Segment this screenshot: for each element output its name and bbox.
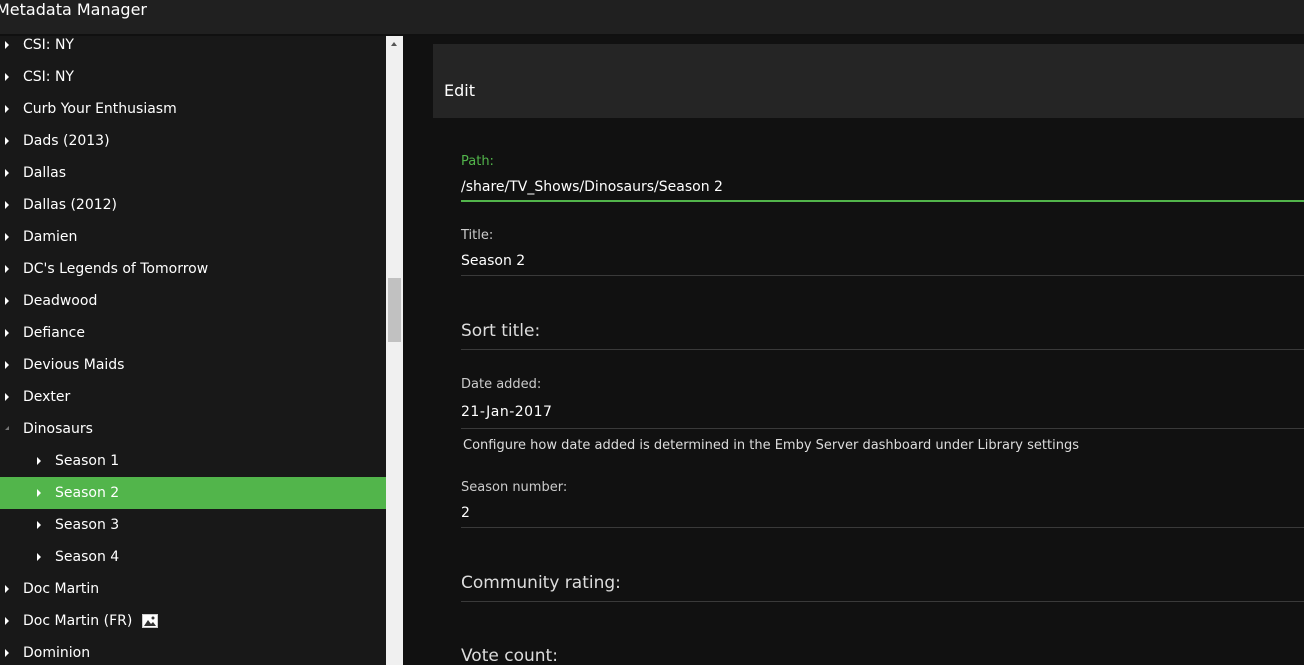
- tree-item-label: Dominion: [23, 645, 91, 661]
- tree-item-label: Doc Martin (FR): [23, 613, 133, 629]
- community-rating-field[interactable]: Community rating:: [461, 573, 1304, 603]
- tree-item-label: Dallas: [23, 165, 67, 181]
- collapsed-caret-icon[interactable]: [5, 297, 9, 305]
- collapsed-caret-icon[interactable]: [5, 233, 9, 241]
- collapsed-caret-icon[interactable]: [5, 137, 9, 145]
- collapsed-caret-icon[interactable]: [5, 393, 9, 401]
- season-number-field[interactable]: Season number: 2: [461, 480, 1304, 528]
- vote-count-field[interactable]: Vote count:: [461, 646, 1304, 665]
- collapsed-caret-icon[interactable]: [5, 41, 9, 49]
- tree-item[interactable]: Season 2: [0, 477, 386, 509]
- scroll-up-arrow-icon[interactable]: [391, 42, 397, 46]
- sort-title-label[interactable]: Sort title:: [461, 321, 1304, 341]
- title-label: Title:: [461, 228, 494, 243]
- title-input[interactable]: Season 2: [461, 252, 1304, 270]
- edit-header: Edit: [433, 44, 1304, 118]
- tree-item[interactable]: Defiance: [0, 317, 386, 349]
- tree-item[interactable]: Curb Your Enthusiasm: [0, 93, 386, 125]
- tree-item[interactable]: DC's Legends of Tomorrow: [0, 253, 386, 285]
- tree-item-label: Season 2: [55, 485, 120, 501]
- tree-item-label: Devious Maids: [23, 357, 125, 373]
- tree-item-label: Doc Martin: [23, 581, 100, 597]
- season-number-input[interactable]: 2: [461, 504, 1304, 522]
- tree-item[interactable]: Damien: [0, 221, 386, 253]
- tree-item[interactable]: CSI: NY: [0, 36, 386, 61]
- tree-item-label: Deadwood: [23, 293, 98, 309]
- date-added-hint: Configure how date added is determined i…: [463, 438, 1079, 453]
- title-underline: [461, 275, 1304, 276]
- season-number-underline: [461, 527, 1304, 528]
- tree-scrollbar[interactable]: [386, 36, 403, 665]
- collapsed-caret-icon[interactable]: [5, 585, 9, 593]
- tree-item-label: Season 4: [55, 549, 120, 565]
- collapsed-caret-icon[interactable]: [37, 553, 41, 561]
- edit-panel: Edit Path: /share/TV_Shows/Dinosaurs/Sea…: [403, 36, 1304, 665]
- path-value[interactable]: /share/TV_Shows/Dinosaurs/Season 2: [461, 178, 1304, 196]
- tree-item-label: Damien: [23, 229, 78, 245]
- date-added-input[interactable]: 21-Jan-2017: [461, 403, 1304, 421]
- path-field[interactable]: Path: /share/TV_Shows/Dinosaurs/Season 2: [461, 154, 1304, 202]
- tree-item-label: Defiance: [23, 325, 85, 341]
- tree-item-label: Curb Your Enthusiasm: [23, 101, 177, 117]
- tree-item-label: Dexter: [23, 389, 71, 405]
- collapsed-caret-icon[interactable]: [37, 489, 41, 497]
- collapsed-caret-icon[interactable]: [5, 649, 9, 657]
- tree-item-label: Season 1: [55, 453, 120, 469]
- tree-item-label: DC's Legends of Tomorrow: [23, 261, 209, 277]
- date-added-field[interactable]: Date added: 21-Jan-2017: [461, 377, 1304, 429]
- collapsed-caret-icon[interactable]: [5, 105, 9, 113]
- tree-item[interactable]: Dads (2013): [0, 125, 386, 157]
- path-label: Path:: [461, 154, 494, 169]
- tree-item[interactable]: Doc Martin (FR): [0, 605, 386, 637]
- tree-item[interactable]: Dinosaurs: [0, 413, 386, 445]
- collapsed-caret-icon[interactable]: [5, 361, 9, 369]
- sort-title-underline: [461, 349, 1304, 350]
- tree-item[interactable]: Dominion: [0, 637, 386, 665]
- collapsed-caret-icon[interactable]: [37, 521, 41, 529]
- tree-item[interactable]: Season 3: [0, 509, 386, 541]
- path-underline: [461, 200, 1304, 202]
- tree-item[interactable]: Dexter: [0, 381, 386, 413]
- community-rating-underline: [461, 601, 1304, 602]
- app-title: Metadata Manager: [0, 0, 147, 19]
- sort-title-field[interactable]: Sort title:: [461, 321, 1304, 351]
- collapsed-caret-icon[interactable]: [5, 617, 9, 625]
- scroll-thumb[interactable]: [388, 278, 401, 342]
- season-number-label: Season number:: [461, 480, 568, 495]
- image-icon: [142, 614, 158, 628]
- tree-item[interactable]: Devious Maids: [0, 349, 386, 381]
- tree-item-label: Dallas (2012): [23, 197, 118, 213]
- collapsed-caret-icon[interactable]: [5, 265, 9, 273]
- tree-item-label: Season 3: [55, 517, 120, 533]
- tree-item[interactable]: Deadwood: [0, 285, 386, 317]
- collapsed-caret-icon[interactable]: [5, 329, 9, 337]
- expanded-caret-icon[interactable]: [5, 426, 9, 430]
- collapsed-caret-icon[interactable]: [5, 73, 9, 81]
- tree-item[interactable]: Season 1: [0, 445, 386, 477]
- community-rating-label[interactable]: Community rating:: [461, 573, 1304, 593]
- tree-item-label: CSI: NY: [23, 69, 74, 85]
- edit-heading: Edit: [444, 81, 475, 100]
- tree-item-label: Dinosaurs: [23, 421, 93, 437]
- tree-item[interactable]: CSI: NY: [0, 61, 386, 93]
- collapsed-caret-icon[interactable]: [5, 201, 9, 209]
- tree-item[interactable]: Season 4: [0, 541, 386, 573]
- title-field[interactable]: Title: Season 2: [461, 228, 1304, 276]
- tree-item[interactable]: Dallas: [0, 157, 386, 189]
- date-added-label: Date added:: [461, 377, 542, 392]
- tree-item[interactable]: Dallas (2012): [0, 189, 386, 221]
- app-bar: Metadata Manager: [0, 0, 1304, 34]
- collapsed-caret-icon[interactable]: [37, 457, 41, 465]
- tree-item-label: Dads (2013): [23, 133, 110, 149]
- date-added-underline: [461, 428, 1304, 429]
- library-tree: CSI: NY CSI: NY Curb Your Enthusiasm Dads (…: [0, 36, 386, 665]
- tree-item[interactable]: Doc Martin: [0, 573, 386, 605]
- collapsed-caret-icon[interactable]: [5, 169, 9, 177]
- tree-item-label: CSI: NY: [23, 37, 74, 53]
- vote-count-label[interactable]: Vote count:: [461, 646, 1304, 665]
